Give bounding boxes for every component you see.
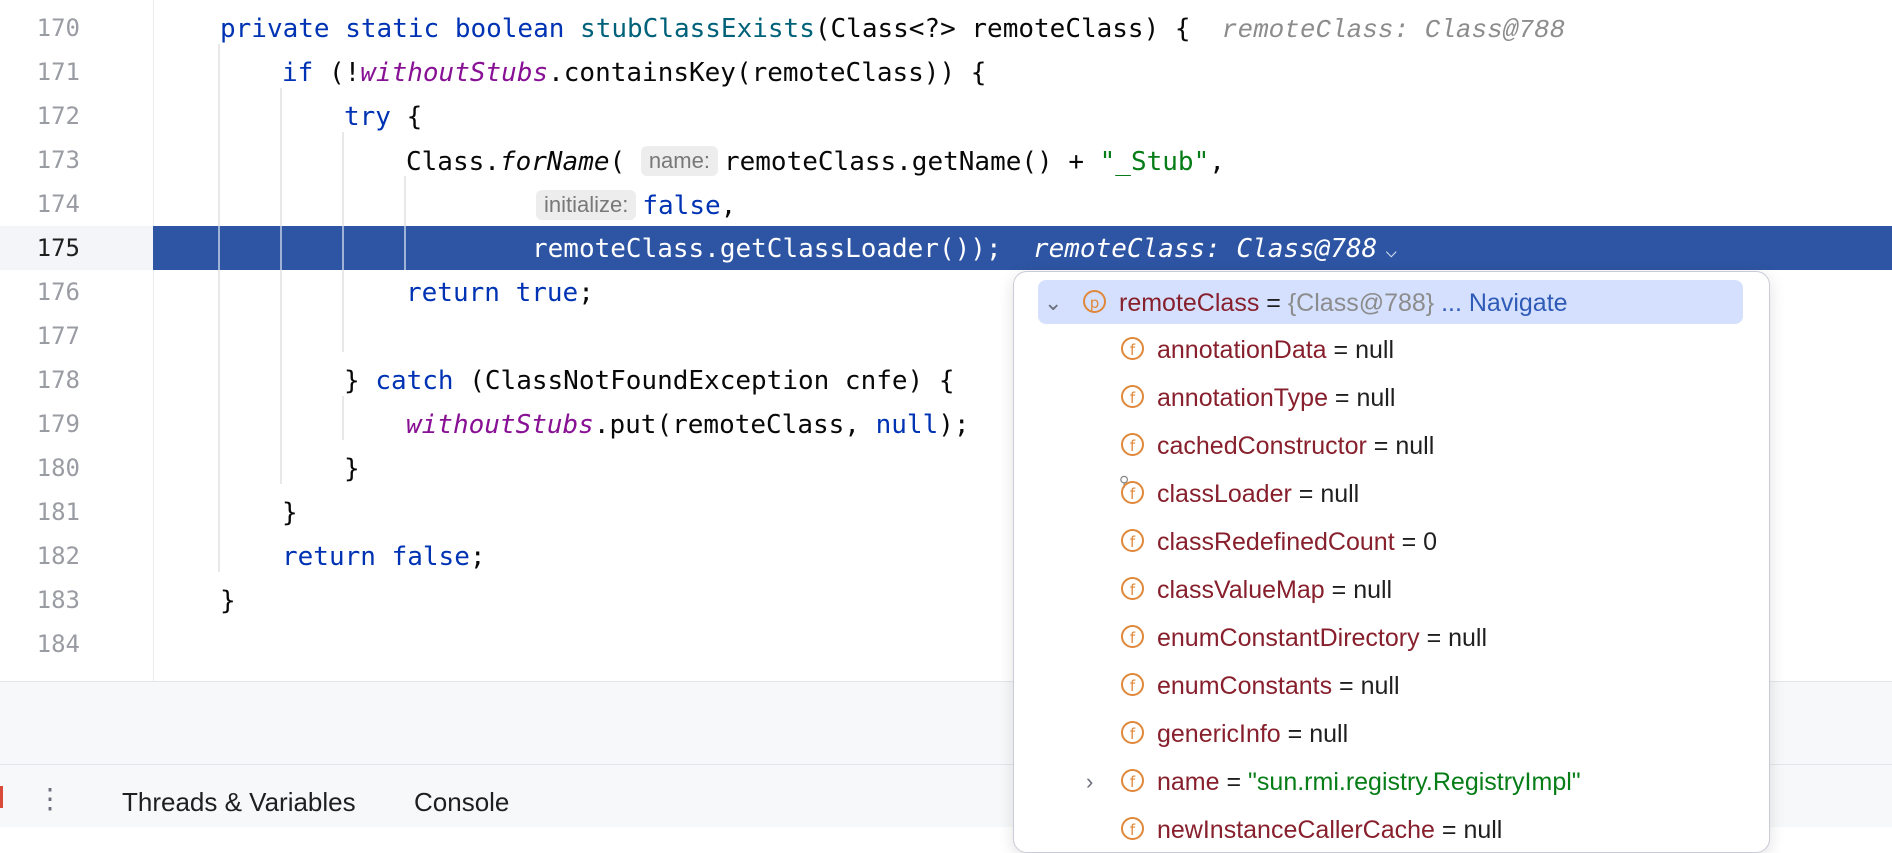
code-text: if (!withoutStubs.containsKey(remoteClas… <box>282 58 987 88</box>
tree-row-field[interactable]: f newInstanceCallerCache = null <box>1014 807 1769 851</box>
line-number[interactable]: 170 <box>0 14 80 42</box>
navigate-link[interactable]: ... Navigate <box>1441 289 1567 317</box>
code-text: } catch (ClassNotFoundException cnfe) { <box>344 366 955 396</box>
tree-row-field[interactable]: f cachedConstructor = null <box>1014 423 1769 467</box>
code-text: } <box>282 498 298 528</box>
tree-row-text: classValueMap = null <box>1157 576 1393 604</box>
code-text: } <box>220 586 236 616</box>
field-icon: f <box>1121 577 1144 600</box>
inline-value-hint: remoteClass: Class@788 <box>1221 15 1566 45</box>
tree-row-field[interactable]: › f name = "sun.rmi.registry.RegistryImp… <box>1014 759 1769 803</box>
code-text: withoutStubs.put(remoteClass, null); <box>406 410 970 440</box>
chevron-down-icon[interactable]: ⌵ <box>1385 238 1397 262</box>
code-line[interactable]: 174 initialize: false, <box>0 182 1892 226</box>
indent-guide <box>342 226 344 270</box>
code-text: return false; <box>282 542 486 572</box>
tree-row-field[interactable]: f classRedefinedCount = 0 <box>1014 519 1769 563</box>
code-text: return true; <box>406 278 594 308</box>
chevron-down-icon[interactable]: ⌄ <box>1044 290 1062 316</box>
field-icon: f <box>1121 529 1144 552</box>
code-line[interactable]: 171 if (!withoutStubs.containsKey(remote… <box>0 50 1892 94</box>
code-line[interactable]: 173 Class.forName( name: remoteClass.getN… <box>0 138 1892 182</box>
line-number[interactable]: 178 <box>0 366 80 394</box>
parameter-icon: p <box>1083 290 1106 313</box>
tree-row-field[interactable]: f annotationData = null <box>1014 327 1769 371</box>
field-icon: f <box>1121 769 1144 792</box>
tree-row-field[interactable]: f annotationType = null <box>1014 375 1769 419</box>
code-text: } <box>344 454 360 484</box>
tree-row-field[interactable]: f classValueMap = null <box>1014 567 1769 611</box>
tree-row-text: genericInfo = null <box>1157 720 1349 748</box>
parameter-hint: initialize: <box>536 190 637 220</box>
tree-row-text: classLoader = null <box>1157 480 1360 508</box>
tree-row-text: classRedefinedCount = 0 <box>1157 528 1438 556</box>
field-icon: f <box>1121 721 1144 744</box>
field-icon: f <box>1121 481 1144 504</box>
current-execution-line[interactable]: 175 remoteClass.getClassLoader()); remot… <box>0 226 1892 270</box>
tree-row-text: enumConstants = null <box>1157 672 1400 700</box>
code-text: try { <box>344 102 423 132</box>
line-number[interactable]: 183 <box>0 586 80 614</box>
tree-row-text: remoteClass = {Class@788} ... Navigate <box>1119 289 1568 317</box>
tab-console[interactable]: Console <box>414 787 509 818</box>
tree-row-text: annotationData = null <box>1157 336 1395 364</box>
field-icon: f <box>1121 673 1144 696</box>
tree-row-field[interactable]: f enumConstants = null <box>1014 663 1769 707</box>
line-number[interactable]: 173 <box>0 146 80 174</box>
line-number[interactable]: 175 <box>0 234 80 262</box>
line-number[interactable]: 180 <box>0 454 80 482</box>
field-icon: f <box>1121 433 1144 456</box>
field-icon: f <box>1121 817 1144 840</box>
tree-row-text: name = "sun.rmi.registry.RegistryImpl" <box>1157 768 1581 796</box>
code-text: private static boolean stubClassExists(C… <box>220 14 1566 45</box>
line-number[interactable]: 174 <box>0 190 80 218</box>
code-text: initialize: false, <box>536 190 736 221</box>
variable-inspection-popup[interactable]: ⌄ p remoteClass = {Class@788} ... Naviga… <box>1013 271 1770 853</box>
tree-row-text: cachedConstructor = null <box>1157 432 1435 460</box>
line-number[interactable]: 179 <box>0 410 80 438</box>
field-icon: f <box>1121 385 1144 408</box>
code-text: remoteClass.getClassLoader()); remoteCla… <box>532 234 1398 264</box>
more-options-icon[interactable]: ⋮ <box>36 782 64 815</box>
line-number[interactable]: 181 <box>0 498 80 526</box>
tree-row-field[interactable]: ⚲ f classLoader = null <box>1014 471 1769 515</box>
field-icon: f <box>1121 625 1144 648</box>
tree-row-text: enumConstantDirectory = null <box>1157 624 1488 652</box>
field-icon: f <box>1121 337 1144 360</box>
line-number[interactable]: 171 <box>0 58 80 86</box>
tree-row-text: newInstanceCallerCache = null <box>1157 816 1503 844</box>
indent-guide <box>404 226 406 270</box>
line-number[interactable]: 176 <box>0 278 80 306</box>
tree-row-remoteClass[interactable]: ⌄ p remoteClass = {Class@788} ... Naviga… <box>1038 280 1743 324</box>
line-number[interactable]: 172 <box>0 102 80 130</box>
tab-threads-variables[interactable]: Threads & Variables <box>122 787 356 818</box>
code-line[interactable]: 170 private static boolean stubClassExis… <box>0 6 1892 50</box>
inline-value-hint[interactable]: remoteClass: Class@788 <box>1033 234 1377 264</box>
tree-row-field[interactable]: f enumConstantDirectory = null <box>1014 615 1769 659</box>
parameter-hint: name: <box>640 146 718 176</box>
line-number[interactable]: 177 <box>0 322 80 350</box>
code-line[interactable]: 172 try { <box>0 94 1892 138</box>
code-text: Class.forName( name: remoteClass.getName(… <box>406 146 1225 177</box>
debug-icon[interactable] <box>0 786 11 808</box>
line-number[interactable]: 184 <box>0 630 80 658</box>
tree-row-field[interactable]: f genericInfo = null <box>1014 711 1769 755</box>
line-number[interactable]: 182 <box>0 542 80 570</box>
chevron-right-icon[interactable]: › <box>1086 769 1093 795</box>
indent-guide <box>280 226 282 270</box>
indent-guide <box>218 226 220 270</box>
tree-row-text: annotationType = null <box>1157 384 1396 412</box>
